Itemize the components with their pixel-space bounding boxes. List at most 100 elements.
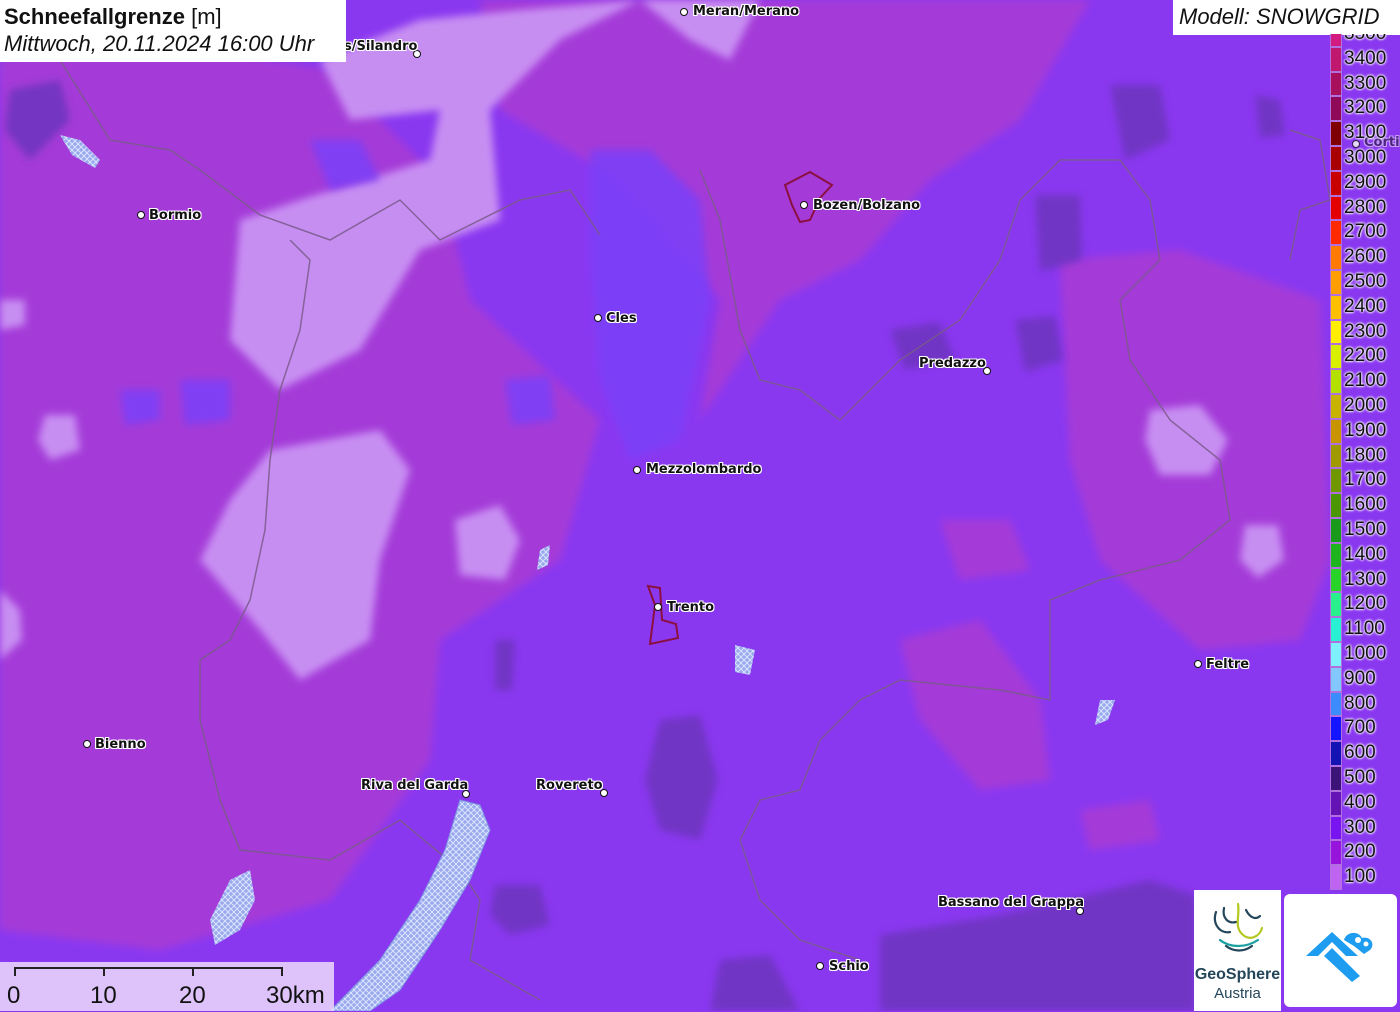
city-label: s/Silandro	[344, 39, 418, 54]
legend-label: 1200	[1344, 593, 1387, 615]
legend-label: 2100	[1344, 370, 1387, 392]
legend-label: 200	[1344, 841, 1376, 863]
snowfall-limit-map[interactable]	[0, 0, 1400, 1011]
legend-entry: 1800	[1328, 443, 1400, 469]
legend-swatch	[1330, 716, 1342, 742]
legend-swatch	[1330, 121, 1342, 146]
legend-entry: 3300	[1328, 71, 1400, 97]
legend-swatch	[1330, 443, 1342, 469]
scale-tick	[14, 967, 16, 976]
legend-entry: 500	[1328, 766, 1400, 791]
legend-label: 3500	[1344, 34, 1386, 45]
legend-label: 1800	[1344, 444, 1387, 466]
legend-swatch	[1330, 518, 1342, 543]
legend-swatch	[1330, 790, 1342, 816]
geosphere-emblem-icon	[1213, 902, 1264, 952]
city-label: Bormio	[149, 208, 202, 223]
legend-swatch	[1330, 766, 1342, 791]
legend-entry: 2300	[1328, 319, 1400, 345]
scale-bar-line	[14, 967, 282, 969]
legend-swatch	[1330, 691, 1342, 717]
legend-label: 1600	[1344, 494, 1387, 516]
city-label: Mezzolombardo	[646, 462, 762, 477]
legend-entry: 1100	[1328, 617, 1400, 642]
legend-entry: 1400	[1328, 542, 1400, 568]
legend-swatch	[1330, 146, 1342, 171]
legend-label: 1900	[1344, 419, 1387, 441]
legend-swatch	[1330, 493, 1342, 518]
legend-entry: 2500	[1328, 270, 1400, 295]
legend-label: 1100	[1344, 618, 1385, 640]
legend-label: 2800	[1344, 196, 1387, 218]
legend-swatch	[1330, 270, 1342, 295]
legend-entry: 3000	[1328, 146, 1400, 171]
legend-swatch	[1330, 592, 1342, 618]
legend-entry: 2400	[1328, 294, 1400, 320]
legend-entry: 1300	[1328, 567, 1400, 593]
legend-label: 1400	[1344, 543, 1387, 565]
city-label: Rovereto	[536, 778, 603, 793]
scale-label: 0	[7, 982, 21, 1009]
legend-label: 2900	[1344, 171, 1387, 193]
legend-swatch	[1330, 344, 1342, 370]
city-label: Predazzo	[919, 356, 986, 371]
legend-entry: 2000	[1328, 394, 1400, 419]
legend-entry: 2900	[1328, 170, 1400, 196]
legend-label: 2300	[1344, 320, 1387, 342]
scale-tick	[281, 967, 283, 976]
geosphere-logo[interactable]: GeoSphere Austria	[1194, 890, 1281, 1011]
weather-app-logo[interactable]	[1284, 894, 1397, 1007]
legend-entry: 2200	[1328, 344, 1400, 370]
legend-label: 400	[1344, 791, 1376, 813]
forecast-datetime: Mittwoch, 20.11.2024 16:00 Uhr	[4, 31, 315, 56]
title-box: Schneefallgrenze [m] Mittwoch, 20.11.202…	[0, 0, 346, 62]
legend-swatch	[1330, 617, 1342, 642]
city-label: Riva del Garda	[361, 778, 469, 793]
legend-entry: 400	[1328, 790, 1400, 816]
legend-label: 1000	[1344, 643, 1387, 664]
legend-label: 3200	[1344, 97, 1387, 119]
scale-tick	[192, 967, 194, 976]
legend-swatch	[1330, 170, 1342, 196]
legend-label: 800	[1344, 692, 1376, 714]
city-label: Cles	[606, 311, 637, 326]
legend-label: 100	[1344, 866, 1376, 888]
legend-label: 3400	[1344, 47, 1387, 69]
legend-entry: 2700	[1328, 220, 1400, 246]
legend-label: 1700	[1344, 469, 1387, 491]
scale-label: 20	[179, 982, 206, 1009]
legend-entry: 2600	[1328, 245, 1400, 270]
legend-entry: 1700	[1328, 468, 1400, 494]
legend-swatch	[1330, 468, 1342, 494]
legend-entry: 300	[1328, 815, 1400, 841]
legend-swatch	[1330, 34, 1342, 47]
legend-label: 1500	[1344, 519, 1387, 540]
legend-label: 300	[1344, 816, 1376, 838]
geosphere-logo-subtext: Austria	[1214, 985, 1261, 1002]
legend-label: 3300	[1344, 72, 1387, 94]
scale-tick	[103, 967, 105, 976]
scale-label: 30km	[266, 982, 325, 1009]
legend-entry: 100	[1328, 865, 1400, 890]
legend-swatch	[1330, 394, 1342, 419]
legend-label: 2200	[1344, 345, 1387, 367]
legend-label: 600	[1344, 742, 1376, 764]
city-label: Bassano del Grappa	[938, 895, 1084, 910]
legend-swatch	[1330, 195, 1342, 221]
legend-entry: 800	[1328, 691, 1400, 717]
city-label: Bozen/Bolzano	[813, 198, 921, 213]
legend-entry: 2800	[1328, 195, 1400, 221]
legend-swatch	[1330, 666, 1342, 692]
legend-entry: 2100	[1328, 369, 1400, 394]
legend-swatch	[1330, 294, 1342, 320]
map-unit: [m]	[191, 4, 222, 29]
legend-entry: 1500	[1328, 518, 1400, 543]
legend-label: 2700	[1344, 221, 1387, 243]
legend-entry: 3200	[1328, 96, 1400, 122]
legend-entry: 1600	[1328, 493, 1400, 518]
legend-label: 3100	[1344, 122, 1387, 144]
legend-swatch	[1330, 815, 1342, 841]
legend-swatch	[1330, 245, 1342, 270]
legend-label: 2500	[1344, 271, 1387, 292]
legend-entry: 1900	[1328, 418, 1400, 444]
